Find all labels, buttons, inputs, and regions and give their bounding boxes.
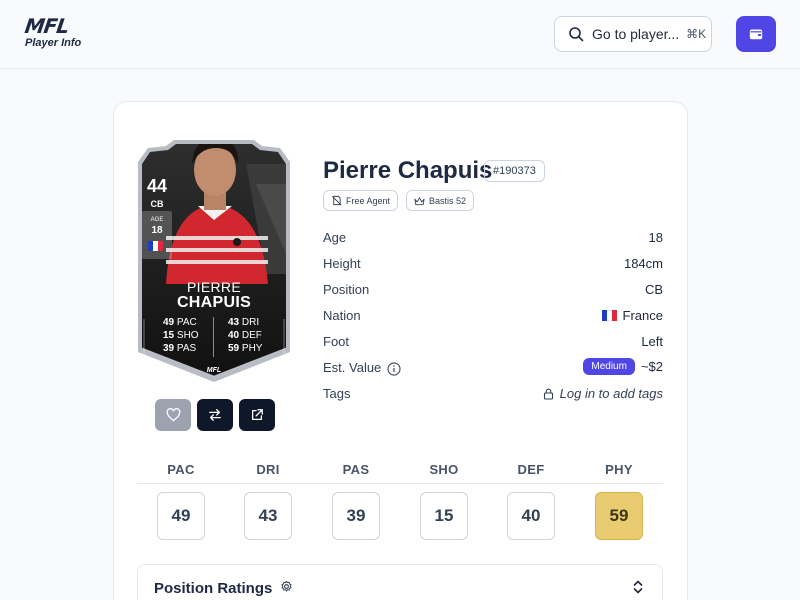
stat-value-phy: 59 [595, 492, 643, 540]
age-label: Age [323, 230, 347, 245]
stat-header-dri: DRI [256, 462, 280, 477]
stat-header-phy: PHY [605, 462, 633, 477]
height-label: Height [323, 256, 361, 271]
nation-value: France [601, 308, 663, 323]
card-overall: 44 [146, 176, 168, 196]
foot-label: Foot [323, 334, 350, 349]
club-label: Bastis 52 [429, 195, 467, 206]
logo-subtitle: Player Info [25, 37, 82, 49]
logo-mark: MFL [23, 14, 70, 38]
stat-value-dri: 43 [244, 492, 292, 540]
card-stat-dri: 43 DRI [228, 317, 260, 328]
chevron-up-down-icon[interactable] [632, 579, 644, 595]
est-value-value: Medium ~$2 [583, 358, 663, 375]
est-value-text: Est. Value [323, 360, 382, 375]
info-icon[interactable] [387, 361, 401, 376]
height-value: 184cm [623, 256, 663, 271]
favorite-button[interactable] [155, 399, 191, 431]
card-last-name: CHAPUIS [176, 294, 252, 311]
card-france-flag-icon [148, 241, 163, 251]
player-id-badge[interactable]: #190373 [484, 160, 545, 182]
club-badge[interactable]: Bastis 52 [406, 190, 475, 211]
crown-icon [414, 196, 425, 205]
card-stat-pac: 49 PAC [163, 317, 197, 328]
search-shortcut: ⌘K [686, 27, 707, 41]
stat-value-def: 40 [507, 492, 555, 540]
stat-header-sho: SHO [429, 462, 459, 477]
france-flag-icon [601, 310, 617, 321]
card-stat-pas: 39 PAS [163, 343, 197, 354]
position-ratings-title: Position Ratings [154, 580, 273, 597]
external-link-button[interactable] [239, 399, 275, 431]
stat-value-pac: 49 [157, 492, 205, 540]
swap-arrows-icon [209, 409, 221, 421]
search-label: Go to player... [592, 26, 680, 42]
player-name: Pierre Chapuis [323, 157, 493, 184]
card-position: CB [150, 199, 164, 209]
position-label: Position [323, 282, 370, 297]
value-tier-badge: Medium [583, 358, 635, 375]
stat-header-pac: PAC [167, 462, 195, 477]
card-brand-logo: MFL [206, 367, 222, 374]
card-first-name: PIERRE [187, 279, 241, 295]
compare-button[interactable] [197, 399, 233, 431]
card-stat-def: 40 DEF [228, 330, 262, 341]
stat-header-pas: PAS [342, 462, 370, 477]
position-ratings-panel[interactable]: Position Ratings [137, 564, 663, 600]
card-stat-phy: 59 PHY [228, 343, 263, 354]
position-value: CB [644, 282, 663, 297]
external-link-icon [251, 409, 263, 421]
stat-value-pas: 39 [332, 492, 380, 540]
nation-label: Nation [323, 308, 361, 323]
login-to-add-tags-link[interactable]: Log in to add tags [543, 386, 663, 401]
stat-divider [137, 483, 663, 484]
mfl-logo[interactable]: MFL Player Info [23, 14, 85, 52]
stat-value-sho: 15 [420, 492, 468, 540]
card-stat-sho: 15 SHO [163, 330, 199, 341]
top-header: MFL Player Info Go to player... ⌘K [0, 0, 800, 69]
lock-icon [543, 388, 553, 400]
gear-icon[interactable] [280, 580, 293, 593]
nation-text: France [622, 308, 663, 323]
free-agent-label: Free Agent [346, 195, 391, 206]
tags-label: Tags [323, 386, 351, 401]
est-value-label: Est. Value [323, 360, 401, 376]
no-contract-icon [332, 195, 342, 206]
card-age-value: 18 [151, 225, 163, 236]
foot-value: Left [641, 334, 663, 349]
player-search-button[interactable]: Go to player... ⌘K [554, 16, 712, 52]
tags-login-text: Log in to add tags [559, 386, 663, 401]
card-stat-divider [213, 317, 214, 357]
heart-icon [166, 408, 180, 422]
free-agent-badge: Free Agent [323, 190, 399, 211]
player-card: 44 CB AGE 18 PIERRE CHAPUIS 49 PAC 15 SH… [136, 124, 292, 384]
wallet-icon [749, 29, 763, 40]
wallet-button[interactable] [736, 16, 776, 52]
card-age-label: AGE [150, 217, 164, 223]
search-icon [569, 27, 584, 42]
age-value: 18 [648, 230, 663, 245]
value-amount: ~$2 [640, 359, 663, 374]
stat-header-def: DEF [517, 462, 545, 477]
